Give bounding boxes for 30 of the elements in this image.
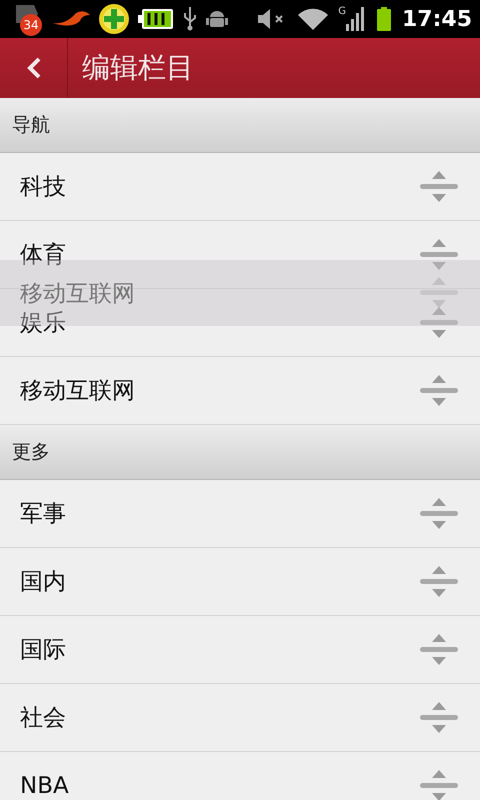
android-icon (206, 8, 228, 30)
drag-handle-icon[interactable] (420, 768, 458, 800)
back-icon (26, 57, 40, 79)
column-name[interactable]: 军事 (20, 498, 66, 529)
signal-icon (346, 7, 366, 31)
notification-count: 34 (20, 14, 42, 36)
section-header: 导航 (0, 98, 480, 153)
drag-handle-icon[interactable] (420, 564, 458, 600)
column-name[interactable]: 国际 (20, 634, 66, 665)
screen-title: 编辑栏目 (82, 50, 194, 86)
drag-handle-icon[interactable] (420, 496, 458, 532)
battery-icon (376, 7, 392, 31)
column-name[interactable]: NBA (20, 772, 69, 798)
drag-handle-icon[interactable] (420, 632, 458, 668)
drag-handle-icon[interactable] (420, 168, 458, 204)
drag-handle-icon[interactable] (420, 304, 458, 340)
network-type: G (338, 7, 346, 17)
column-name[interactable]: 国内 (20, 566, 66, 597)
drag-handle-icon[interactable] (420, 236, 458, 272)
usb-icon (182, 7, 198, 31)
column-name[interactable]: 科技 (20, 171, 66, 202)
column-name[interactable]: 社会 (20, 702, 66, 733)
column-name[interactable]: 移动互联网 (20, 375, 135, 406)
section-header: 更多 (0, 425, 480, 480)
plus-circle-icon (98, 3, 130, 35)
clock: 17:45 (402, 6, 472, 32)
drag-handle-icon[interactable] (420, 372, 458, 408)
drag-handle-icon[interactable] (420, 700, 458, 736)
battery-icon (138, 8, 174, 30)
wifi-icon (298, 8, 328, 30)
